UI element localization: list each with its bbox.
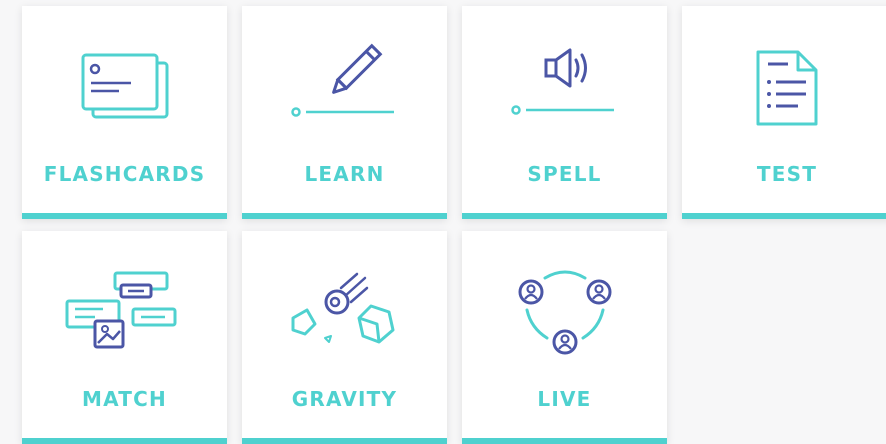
asteroid-icon: [242, 271, 447, 351]
accent-bar: [242, 438, 447, 444]
mode-label: TEST: [756, 162, 818, 186]
mode-card-flashcards[interactable]: FLASHCARDS: [22, 6, 227, 219]
team-icon: [462, 270, 667, 355]
mode-label: MATCH: [82, 387, 167, 411]
mode-card-live[interactable]: LIVE: [462, 231, 667, 444]
mode-card-spell[interactable]: SPELL: [462, 6, 667, 219]
mode-card-test[interactable]: TEST: [682, 6, 886, 219]
document-checklist-icon: [682, 46, 886, 126]
accent-bar: [22, 438, 227, 444]
mode-card-learn[interactable]: LEARN: [242, 6, 447, 219]
accent-bar: [462, 438, 667, 444]
match-cards-icon: [22, 271, 227, 351]
flashcards-icon: [22, 46, 227, 126]
mode-label: FLASHCARDS: [43, 162, 206, 186]
mode-card-gravity[interactable]: GRAVITY: [242, 231, 447, 444]
mode-label: LEARN: [304, 162, 385, 186]
speaker-icon: [462, 46, 667, 126]
mode-label: SPELL: [527, 162, 602, 186]
accent-bar: [242, 213, 447, 219]
mode-label: LIVE: [537, 387, 592, 411]
mode-label: GRAVITY: [291, 387, 398, 411]
mode-card-match[interactable]: MATCH: [22, 231, 227, 444]
accent-bar: [22, 213, 227, 219]
pencil-icon: [242, 43, 447, 126]
study-modes-grid: FLASHCARDS LEARN SPELL TEST MATCH GRAVIT…: [0, 0, 886, 444]
accent-bar: [682, 213, 886, 219]
accent-bar: [462, 213, 667, 219]
